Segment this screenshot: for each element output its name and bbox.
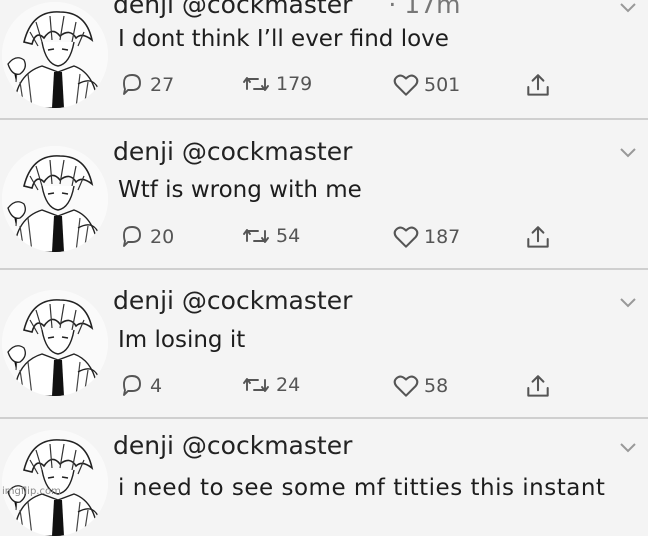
tweet-text: Wtf is wrong with me <box>118 177 362 203</box>
retweet-icon <box>243 378 269 392</box>
author-handle[interactable]: denji @cockmaster <box>113 137 352 166</box>
tweet-actions: 27 179 501 <box>120 72 580 102</box>
avatar[interactable] <box>2 2 108 108</box>
divider <box>0 118 648 120</box>
avatar[interactable] <box>2 290 108 396</box>
reply-icon <box>123 226 141 247</box>
retweet-button[interactable]: 54 <box>242 224 300 248</box>
author-handle[interactable]: denji @cockmaster <box>113 286 352 315</box>
chevron-down-icon[interactable] <box>619 147 637 159</box>
author-handle[interactable]: denji @cockmaster <box>113 0 352 19</box>
like-button[interactable]: 58 <box>392 373 448 399</box>
like-icon <box>393 226 419 248</box>
avatar[interactable] <box>2 430 108 536</box>
divider <box>0 417 648 419</box>
avatar[interactable] <box>2 146 108 252</box>
tweet-text: i need to see some mf titties this insta… <box>118 475 606 501</box>
tweet-text: I dont think I’ll ever find love <box>118 26 449 52</box>
like-button[interactable]: 501 <box>392 72 460 98</box>
like-count: 187 <box>424 226 461 248</box>
chevron-down-icon[interactable] <box>619 2 637 14</box>
like-icon <box>393 74 419 96</box>
share-button[interactable] <box>524 72 556 100</box>
share-icon <box>527 74 549 96</box>
share-button[interactable] <box>524 373 556 401</box>
author-handle[interactable]: denji @cockmaster <box>113 431 352 460</box>
retweet-count: 179 <box>276 73 313 95</box>
retweet-icon <box>243 77 269 91</box>
share-button[interactable] <box>524 224 556 252</box>
reply-button[interactable]: 20 <box>120 224 174 250</box>
like-icon <box>393 375 419 397</box>
tweet-actions: 4 24 58 <box>120 373 580 403</box>
chevron-down-icon[interactable] <box>619 297 637 309</box>
reply-button[interactable]: 4 <box>120 373 162 399</box>
tweet-actions: 20 54 187 <box>120 224 580 254</box>
tweet-text: Im losing it <box>118 327 246 353</box>
retweet-icon <box>243 229 269 243</box>
tweet-header: denji @cockmaster · 17m <box>113 0 460 19</box>
reply-count: 20 <box>150 226 175 248</box>
reply-count: 27 <box>150 74 175 96</box>
tweet-header: denji @cockmaster <box>113 431 388 460</box>
retweet-count: 54 <box>276 225 301 247</box>
like-button[interactable]: 187 <box>392 224 460 250</box>
retweet-button[interactable]: 24 <box>242 373 300 397</box>
retweet-count: 24 <box>276 374 301 396</box>
reply-button[interactable]: 27 <box>120 72 174 98</box>
tweet-header: denji @cockmaster <box>113 286 388 315</box>
share-icon <box>527 226 549 248</box>
tweet-header: denji @cockmaster <box>113 137 388 166</box>
reply-count: 4 <box>150 375 163 397</box>
tweet-time: · 17m <box>388 0 461 19</box>
share-icon <box>527 375 549 397</box>
like-count: 58 <box>424 375 449 397</box>
chevron-down-icon[interactable] <box>619 442 637 454</box>
divider <box>0 268 648 270</box>
watermark: imgflip.com <box>2 486 61 497</box>
like-count: 501 <box>424 74 461 96</box>
reply-icon <box>123 375 141 396</box>
retweet-button[interactable]: 179 <box>242 72 312 96</box>
reply-icon <box>123 74 141 95</box>
